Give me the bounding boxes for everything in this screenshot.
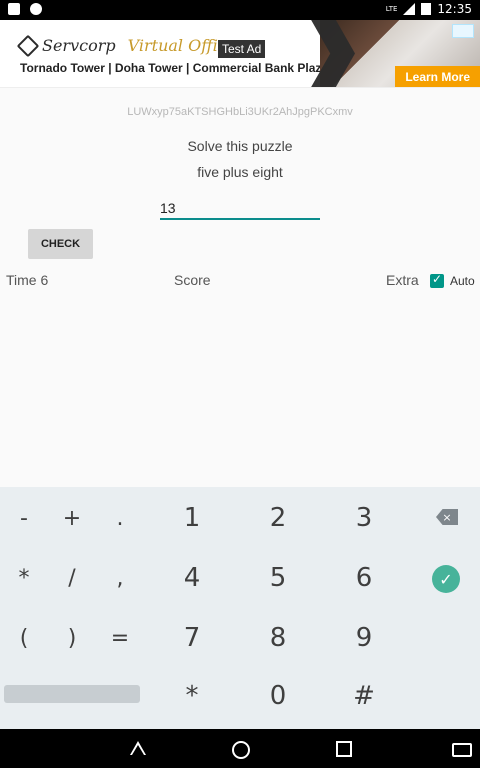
key-slash[interactable]: / <box>52 563 92 593</box>
auto-toggle[interactable]: Auto <box>430 272 475 288</box>
puzzle-title: Solve this puzzle <box>187 138 293 154</box>
home-icon[interactable] <box>232 741 250 759</box>
extra-label: Extra <box>386 272 419 288</box>
key-minus[interactable]: - <box>4 503 44 533</box>
key-plus[interactable]: + <box>52 503 92 533</box>
ad-subtitle: Tornado Tower | Doha Tower | Commercial … <box>20 61 329 75</box>
puzzle-expression: five plus eight <box>197 164 283 180</box>
network-type: LTE <box>385 5 398 13</box>
back-icon-inner <box>132 745 144 755</box>
signal-icon <box>403 3 416 15</box>
key-left-paren[interactable]: ( <box>4 623 44 653</box>
key-7[interactable]: 7 <box>168 621 216 655</box>
key-4[interactable]: 4 <box>168 561 216 595</box>
ad-logo: Servcorp Virtual Office <box>16 34 236 57</box>
key-asterisk[interactable]: * <box>4 563 44 593</box>
status-bar: LTE 12:35 <box>0 0 480 20</box>
learn-more-button[interactable]: Learn More <box>395 66 480 87</box>
navigation-bar <box>0 729 480 768</box>
score-label: Score <box>174 272 211 288</box>
ad-brand: Servcorp <box>42 36 116 55</box>
check-button[interactable]: CHECK <box>28 229 93 259</box>
key-0[interactable]: 0 <box>254 679 302 713</box>
auto-checkbox[interactable] <box>430 272 444 288</box>
key-1[interactable]: 1 <box>168 501 216 535</box>
done-icon[interactable]: ✓ <box>432 565 460 593</box>
puzzle-code: LUWxyp75aKTSHGHbLi3UKr2AhJpgPKCxmv <box>127 106 353 118</box>
key-comma[interactable]: , <box>100 563 140 593</box>
auto-label: Auto <box>450 274 475 288</box>
key-hash[interactable]: # <box>340 679 388 713</box>
adchoices-icon[interactable] <box>452 24 474 38</box>
key-2[interactable]: 2 <box>254 501 302 535</box>
test-ad-label: Test Ad <box>218 40 266 58</box>
keyboard-icon[interactable] <box>452 743 472 757</box>
backspace-icon[interactable]: × <box>436 509 458 525</box>
android-icon <box>30 3 42 15</box>
key-right-paren[interactable]: ) <box>52 623 92 653</box>
recent-apps-icon[interactable] <box>336 741 352 757</box>
key-9[interactable]: 9 <box>340 621 388 655</box>
numeric-keyboard: - + . 1 2 3 × * / , 4 5 6 ✓ ( ) = 7 8 9 … <box>0 487 480 729</box>
key-equals[interactable]: = <box>100 623 140 653</box>
status-left-icons <box>8 3 42 15</box>
ad-banner[interactable]: Test Ad Servcorp Virtual Office Tornado … <box>0 20 480 88</box>
key-dot[interactable]: . <box>100 503 140 533</box>
key-asterisk-bottom[interactable]: * <box>168 679 216 713</box>
key-3[interactable]: 3 <box>340 501 388 535</box>
key-8[interactable]: 8 <box>254 621 302 655</box>
status-right: LTE 12:35 <box>386 2 472 16</box>
logo-icon <box>16 34 40 57</box>
notification-icon <box>8 3 20 15</box>
key-5[interactable]: 5 <box>254 561 302 595</box>
key-6[interactable]: 6 <box>340 561 388 595</box>
time-label: Time 6 <box>6 272 49 288</box>
spacebar[interactable] <box>4 685 140 703</box>
answer-input[interactable] <box>160 198 320 220</box>
status-time: 12:35 <box>437 2 472 16</box>
battery-icon <box>421 3 432 15</box>
